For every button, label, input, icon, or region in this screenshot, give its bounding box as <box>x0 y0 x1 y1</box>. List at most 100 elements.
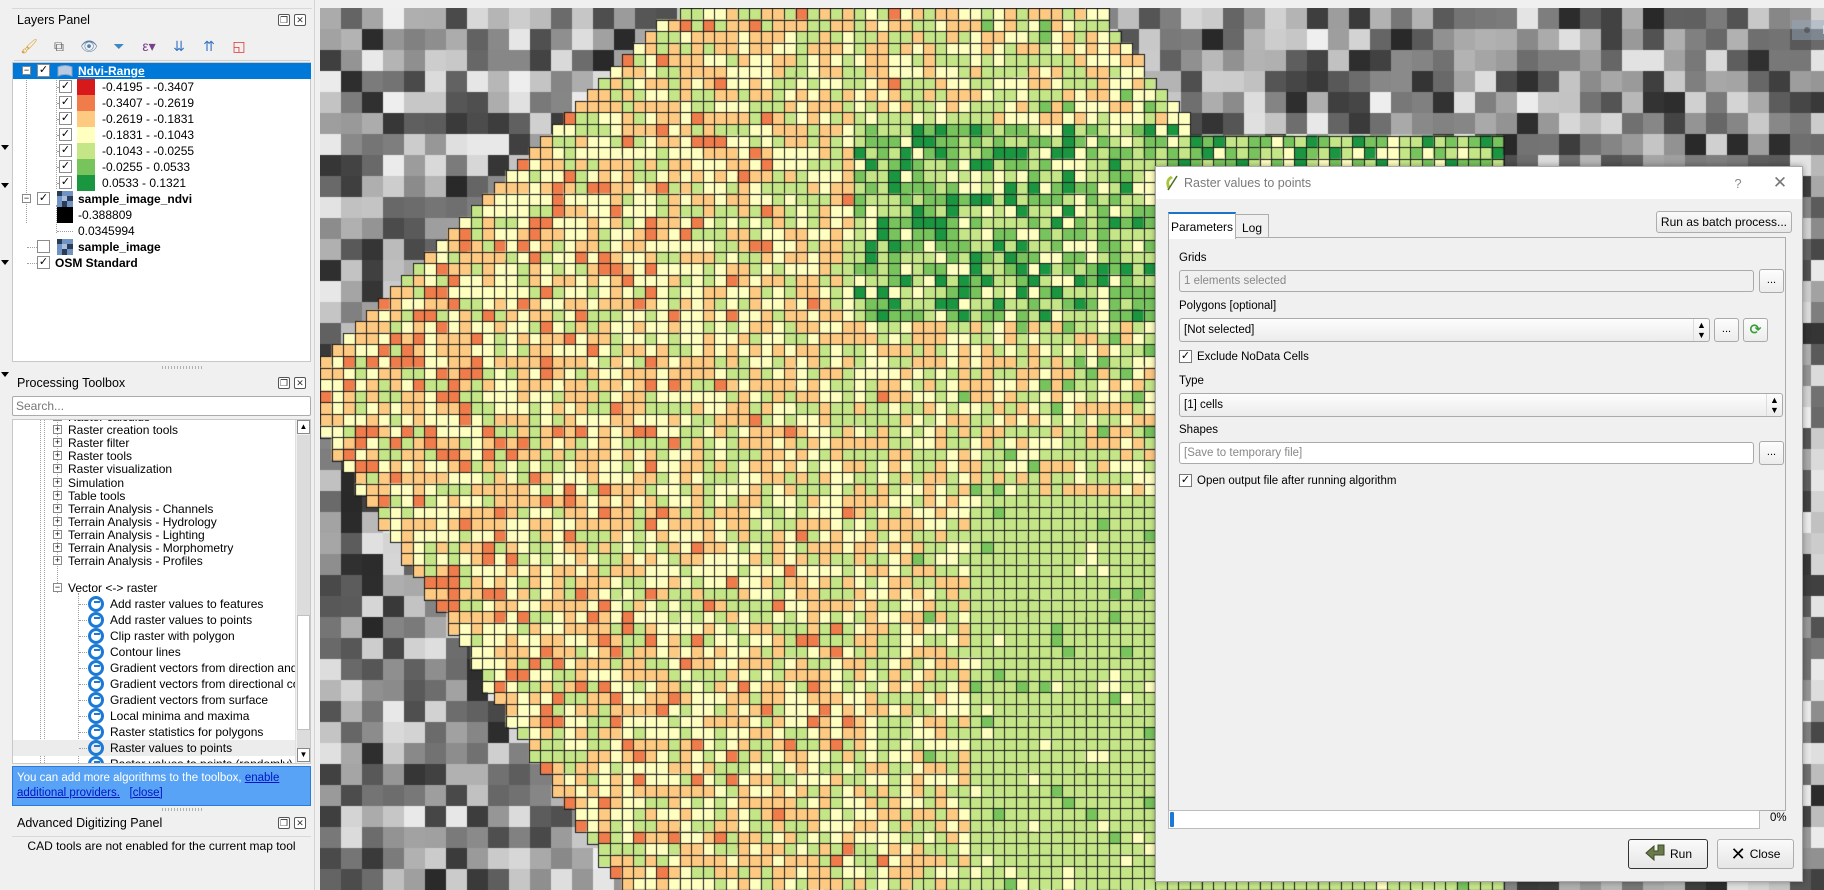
class-visibility-checkbox[interactable]: ✓ <box>59 144 72 157</box>
panel-splitter[interactable] <box>162 366 202 369</box>
close-button[interactable]: ✕ Close <box>1717 839 1794 869</box>
layer-row-ndvi-range[interactable]: − ✓ Ndvi-Range <box>13 63 311 79</box>
dock-arrow-icon[interactable] <box>1 372 9 377</box>
group-vector-raster[interactable]: − Vector <-> raster <box>13 580 296 596</box>
float-panel-icon[interactable]: ❐ <box>278 14 290 26</box>
layer-row-sample-image[interactable]: sample_image <box>13 239 311 255</box>
layer-row-sample-image-ndvi[interactable]: − ✓ sample_image_ndvi <box>13 191 311 207</box>
layer-visibility-checkbox[interactable] <box>37 240 50 253</box>
run-button[interactable]: Run <box>1628 839 1708 869</box>
class-visibility-checkbox[interactable]: ✓ <box>59 176 72 189</box>
filter-expression-icon[interactable]: ε▾ <box>140 38 158 56</box>
scroll-up-icon[interactable]: ▲ <box>297 420 310 434</box>
collapse-all-icon[interactable]: ⇈ <box>200 38 218 56</box>
class-visibility-checkbox[interactable]: ✓ <box>59 160 72 173</box>
dock-arrow-icon[interactable] <box>1 183 9 188</box>
algorithm-item[interactable]: Clip raster with polygon <box>13 628 296 644</box>
algorithm-item[interactable]: Local minima and maxima <box>13 708 296 724</box>
layer-visibility-checkbox[interactable]: ✓ <box>37 256 50 269</box>
collapse-icon[interactable]: − <box>22 194 31 203</box>
float-panel-icon[interactable]: ❐ <box>278 377 290 389</box>
legend-class-row[interactable]: ✓ -0.1831 - -0.1043 <box>13 127 311 143</box>
algorithm-item[interactable]: Add raster values to features <box>13 596 296 612</box>
remove-layer-icon[interactable]: ◱ <box>230 38 248 56</box>
expand-icon[interactable]: + <box>53 477 62 487</box>
add-group-icon[interactable]: ⧉ <box>50 38 68 56</box>
grids-browse-button[interactable]: ... <box>1759 269 1784 293</box>
shapes-browse-button[interactable]: ... <box>1759 441 1784 465</box>
algorithm-item[interactable]: Gradient vectors from surface <box>13 692 296 708</box>
polygons-select[interactable]: [Not selected] ▲ ▼ <box>1179 318 1710 342</box>
toolbox-search-input[interactable]: Search... <box>12 396 311 416</box>
scroll-track[interactable] <box>297 435 310 748</box>
layer-visibility-checkbox[interactable]: ✓ <box>37 192 50 205</box>
legend-class-row[interactable]: ✓ -0.2619 - -0.1831 <box>13 111 311 127</box>
open-output-checkbox[interactable]: ✓ <box>1179 474 1192 487</box>
expand-icon[interactable]: + <box>53 438 62 448</box>
expand-icon[interactable]: + <box>53 490 62 500</box>
refresh-icon[interactable]: ⟳ <box>1743 318 1768 342</box>
expand-icon[interactable]: + <box>53 503 62 513</box>
expand-all-icon[interactable]: ⇊ <box>170 38 188 56</box>
expand-icon[interactable]: + <box>53 420 62 421</box>
algorithm-item[interactable]: Raster values to points (randomly) <box>13 756 296 763</box>
legend-class-row[interactable]: ✓ -0.1043 - -0.0255 <box>13 143 311 159</box>
float-panel-icon[interactable]: ❐ <box>278 817 290 829</box>
class-visibility-checkbox[interactable]: ✓ <box>59 80 72 93</box>
exclude-nodata-checkbox-row[interactable]: ✓ Exclude NoData Cells <box>1179 350 1309 363</box>
expand-icon[interactable]: + <box>53 425 62 435</box>
expand-icon[interactable]: + <box>53 464 62 474</box>
class-visibility-checkbox[interactable]: ✓ <box>59 96 72 109</box>
scroll-thumb[interactable] <box>297 615 310 730</box>
tree-line <box>79 604 87 605</box>
legend-class-row[interactable]: ✓ -0.4195 - -0.3407 <box>13 79 311 95</box>
tab-parameters[interactable]: Parameters <box>1168 212 1236 239</box>
visibility-icon[interactable]: 👁 <box>80 38 98 56</box>
open-output-checkbox-row[interactable]: ✓ Open output file after running algorit… <box>1179 474 1396 487</box>
expand-icon[interactable]: + <box>53 516 62 526</box>
toolbox-group[interactable]: + Terrain Analysis - Profiles <box>13 553 296 569</box>
polygons-label: Polygons [optional] <box>1179 300 1277 312</box>
expand-icon[interactable]: + <box>53 451 62 461</box>
run-as-batch-button[interactable]: Run as batch process... <box>1655 211 1792 233</box>
style-manager-icon[interactable]: 🖌 <box>20 38 38 56</box>
collapse-icon[interactable]: − <box>22 66 31 75</box>
legend-class-row[interactable]: ✓ -0.0255 - 0.0533 <box>13 159 311 175</box>
algorithm-item[interactable]: Add raster values to points <box>13 612 296 628</box>
legend-class-row[interactable]: ✓ -0.3407 - -0.2619 <box>13 95 311 111</box>
close-info-link[interactable]: [close] <box>130 787 163 799</box>
expand-icon[interactable]: + <box>53 529 62 539</box>
close-panel-icon[interactable]: ✕ <box>294 377 306 389</box>
expand-icon[interactable]: + <box>53 556 62 566</box>
layer-visibility-checkbox[interactable]: ✓ <box>37 64 50 77</box>
saga-algorithm-icon <box>88 740 104 756</box>
class-visibility-checkbox[interactable]: ✓ <box>59 128 72 141</box>
collapse-icon[interactable]: − <box>53 583 62 592</box>
algorithm-item[interactable]: Gradient vectors from directional com... <box>13 676 310 692</box>
grids-field[interactable]: 1 elements selected <box>1179 270 1754 292</box>
exclude-nodata-checkbox[interactable]: ✓ <box>1179 350 1192 363</box>
algorithm-item[interactable]: Gradient vectors from direction and le..… <box>13 660 310 676</box>
toolbox-scrollbar[interactable]: ▲ ▼ <box>295 420 310 763</box>
algorithm-item[interactable]: Raster statistics for polygons <box>13 724 296 740</box>
class-visibility-checkbox[interactable]: ✓ <box>59 112 72 125</box>
panel-splitter[interactable] <box>162 808 202 811</box>
close-icon[interactable]: ✕ <box>1770 173 1790 193</box>
help-button[interactable]: ? <box>1728 176 1748 191</box>
shapes-output-input[interactable]: [Save to temporary file] <box>1179 442 1754 464</box>
algorithm-item[interactable]: Contour lines <box>13 644 296 660</box>
advanced-digitizing-panel: Advanced Digitizing Panel ❐ ✕ CAD tools … <box>12 812 312 890</box>
expand-icon[interactable]: + <box>53 543 62 552</box>
layer-row-osm-standard[interactable]: ✓ OSM Standard <box>13 255 311 271</box>
type-select[interactable]: [1] cells ▲ ▼ <box>1179 393 1783 417</box>
algorithm-item[interactable]: Raster values to points <box>13 740 296 756</box>
spin-arrows-icon: ▲ ▼ <box>1693 319 1709 341</box>
filter-legend-icon[interactable]: ⏷ <box>110 38 128 56</box>
scroll-down-icon[interactable]: ▼ <box>297 748 310 762</box>
dock-arrow-icon[interactable] <box>1 260 9 265</box>
close-panel-icon[interactable]: ✕ <box>294 817 306 829</box>
dock-arrow-icon[interactable] <box>1 145 9 150</box>
polygons-browse-button[interactable]: ... <box>1714 318 1739 342</box>
close-panel-icon[interactable]: ✕ <box>294 14 306 26</box>
legend-class-row[interactable]: ✓ 0.0533 - 0.1321 <box>13 175 311 191</box>
